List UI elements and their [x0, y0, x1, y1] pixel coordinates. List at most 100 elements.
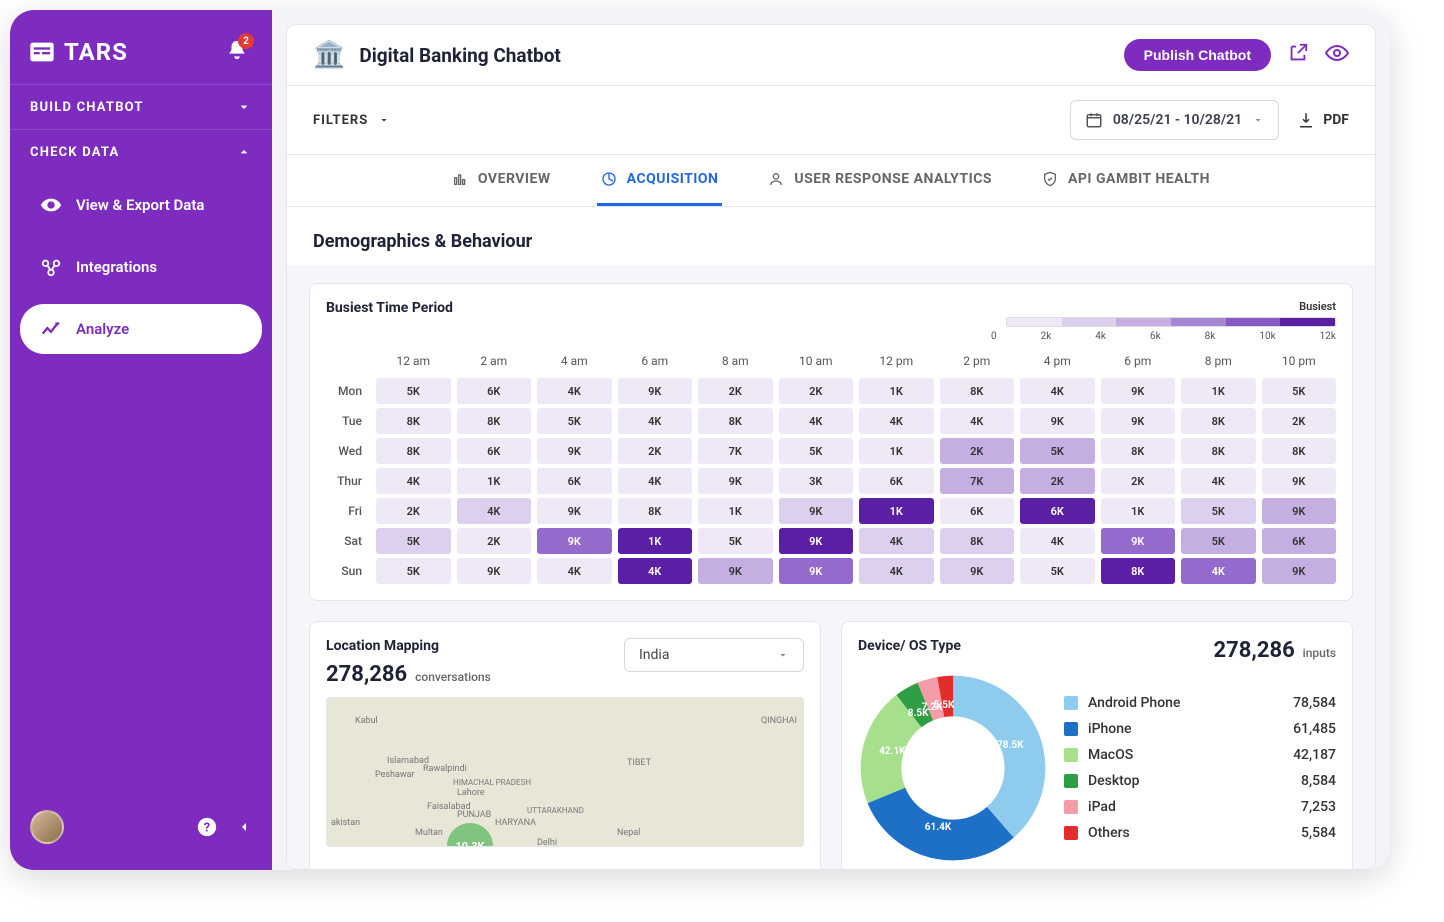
tab-user-response[interactable]: USER RESPONSE ANALYTICS: [764, 155, 996, 206]
heatmap-cell[interactable]: 5K: [779, 438, 854, 464]
heatmap-cell[interactable]: 1K: [859, 438, 934, 464]
heatmap-cell[interactable]: 4K: [1020, 528, 1095, 554]
heatmap-cell[interactable]: 8K: [1181, 438, 1256, 464]
brand-logo[interactable]: TARS: [28, 38, 128, 66]
heatmap-cell[interactable]: 2K: [940, 438, 1015, 464]
heatmap-cell[interactable]: 6K: [457, 378, 532, 404]
tab-acquisition[interactable]: ACQUISITION: [597, 155, 723, 206]
heatmap-cell[interactable]: 1K: [698, 498, 773, 524]
heatmap-cell[interactable]: 9K: [698, 468, 773, 494]
device-row[interactable]: Others5,584: [1064, 825, 1336, 841]
filters-toggle[interactable]: FILTERS: [313, 113, 390, 128]
heatmap-cell[interactable]: 2K: [376, 498, 451, 524]
heatmap-cell[interactable]: 7K: [940, 468, 1015, 494]
sidebar-item-integrations[interactable]: Integrations: [20, 242, 262, 292]
heatmap-cell[interactable]: 5K: [698, 528, 773, 554]
heatmap-cell[interactable]: 6K: [859, 468, 934, 494]
tab-overview[interactable]: OVERVIEW: [448, 155, 555, 206]
heatmap-cell[interactable]: 9K: [1262, 498, 1337, 524]
heatmap-cell[interactable]: 3K: [779, 468, 854, 494]
heatmap-cell[interactable]: 2K: [779, 378, 854, 404]
heatmap-cell[interactable]: 8K: [940, 528, 1015, 554]
sidebar-section-build[interactable]: BUILD CHATBOT: [10, 84, 272, 129]
heatmap-cell[interactable]: 4K: [1181, 468, 1256, 494]
avatar[interactable]: [30, 810, 64, 844]
heatmap-cell[interactable]: 4K: [618, 408, 693, 434]
collapse-sidebar-icon[interactable]: [236, 819, 252, 835]
heatmap-cell[interactable]: 5K: [1020, 438, 1095, 464]
device-row[interactable]: Desktop8,584: [1064, 773, 1336, 789]
device-row[interactable]: iPhone61,485: [1064, 721, 1336, 737]
heatmap-cell[interactable]: 1K: [859, 378, 934, 404]
notifications-button[interactable]: 2: [226, 39, 248, 65]
heatmap-cell[interactable]: 4K: [859, 408, 934, 434]
heatmap-cell[interactable]: 9K: [618, 378, 693, 404]
heatmap-cell[interactable]: 9K: [940, 558, 1015, 584]
device-row[interactable]: Android Phone78,584: [1064, 695, 1336, 711]
heatmap-cell[interactable]: 9K: [1262, 468, 1337, 494]
heatmap-cell[interactable]: 9K: [1101, 408, 1176, 434]
country-select[interactable]: India: [624, 638, 804, 672]
map-bubble[interactable]: 10.3K: [447, 823, 493, 847]
heatmap-cell[interactable]: 8K: [376, 438, 451, 464]
heatmap-cell[interactable]: 5K: [376, 558, 451, 584]
heatmap-cell[interactable]: 6K: [457, 438, 532, 464]
heatmap-cell[interactable]: 8K: [1262, 438, 1337, 464]
preview-icon[interactable]: [1325, 41, 1349, 69]
heatmap-cell[interactable]: 1K: [859, 498, 934, 524]
heatmap-cell[interactable]: 5K: [376, 378, 451, 404]
tab-api-gambit[interactable]: API GAMBIT HEALTH: [1038, 155, 1214, 206]
open-external-icon[interactable]: [1287, 42, 1309, 68]
heatmap-cell[interactable]: 6K: [537, 468, 612, 494]
heatmap-cell[interactable]: 1K: [618, 528, 693, 554]
heatmap-cell[interactable]: 8K: [940, 378, 1015, 404]
heatmap-cell[interactable]: 5K: [1262, 378, 1337, 404]
sidebar-section-check-data[interactable]: CHECK DATA: [10, 129, 272, 174]
heatmap-cell[interactable]: 6K: [1020, 498, 1095, 524]
heatmap-cell[interactable]: 4K: [1181, 558, 1256, 584]
heatmap-cell[interactable]: 1K: [1181, 378, 1256, 404]
export-pdf-button[interactable]: PDF: [1297, 111, 1349, 129]
heatmap-cell[interactable]: 8K: [1101, 558, 1176, 584]
date-range-select[interactable]: 08/25/21 - 10/28/21: [1070, 100, 1279, 140]
heatmap-cell[interactable]: 7K: [698, 438, 773, 464]
heatmap-cell[interactable]: 2K: [1101, 468, 1176, 494]
heatmap-cell[interactable]: 9K: [779, 498, 854, 524]
heatmap-cell[interactable]: 2K: [1262, 408, 1337, 434]
heatmap-cell[interactable]: 9K: [779, 558, 854, 584]
sidebar-item-analyze[interactable]: Analyze: [20, 304, 262, 354]
heatmap-cell[interactable]: 6K: [940, 498, 1015, 524]
heatmap-cell[interactable]: 5K: [1020, 558, 1095, 584]
heatmap-cell[interactable]: 9K: [537, 498, 612, 524]
heatmap-cell[interactable]: 5K: [1181, 528, 1256, 554]
heatmap-cell[interactable]: 1K: [457, 468, 532, 494]
heatmap-cell[interactable]: 5K: [537, 408, 612, 434]
heatmap-cell[interactable]: 8K: [1101, 438, 1176, 464]
heatmap-cell[interactable]: 5K: [1181, 498, 1256, 524]
heatmap-cell[interactable]: 2K: [618, 438, 693, 464]
heatmap-cell[interactable]: 8K: [457, 408, 532, 434]
heatmap-cell[interactable]: 2K: [1020, 468, 1095, 494]
heatmap-cell[interactable]: 9K: [457, 558, 532, 584]
heatmap-cell[interactable]: 2K: [698, 378, 773, 404]
heatmap-cell[interactable]: 5K: [376, 528, 451, 554]
heatmap-cell[interactable]: 4K: [376, 468, 451, 494]
heatmap-cell[interactable]: 9K: [537, 438, 612, 464]
heatmap-cell[interactable]: 9K: [698, 558, 773, 584]
heatmap-cell[interactable]: 2K: [457, 528, 532, 554]
heatmap-cell[interactable]: 9K: [537, 528, 612, 554]
heatmap-cell[interactable]: 9K: [1101, 528, 1176, 554]
heatmap-cell[interactable]: 4K: [618, 468, 693, 494]
help-icon[interactable]: ?: [196, 816, 218, 838]
heatmap-cell[interactable]: 4K: [537, 558, 612, 584]
heatmap-cell[interactable]: 8K: [698, 408, 773, 434]
heatmap-cell[interactable]: 4K: [1020, 378, 1095, 404]
heatmap-cell[interactable]: 1K: [1101, 498, 1176, 524]
sidebar-item-view-export[interactable]: View & Export Data: [20, 180, 262, 230]
heatmap-cell[interactable]: 9K: [1020, 408, 1095, 434]
location-map[interactable]: akistan Kabul Islamabad Peshawar Rawalpi…: [326, 697, 804, 847]
heatmap-cell[interactable]: 4K: [859, 528, 934, 554]
heatmap-cell[interactable]: 4K: [618, 558, 693, 584]
heatmap-cell[interactable]: 4K: [779, 408, 854, 434]
device-row[interactable]: MacOS42,187: [1064, 747, 1336, 763]
